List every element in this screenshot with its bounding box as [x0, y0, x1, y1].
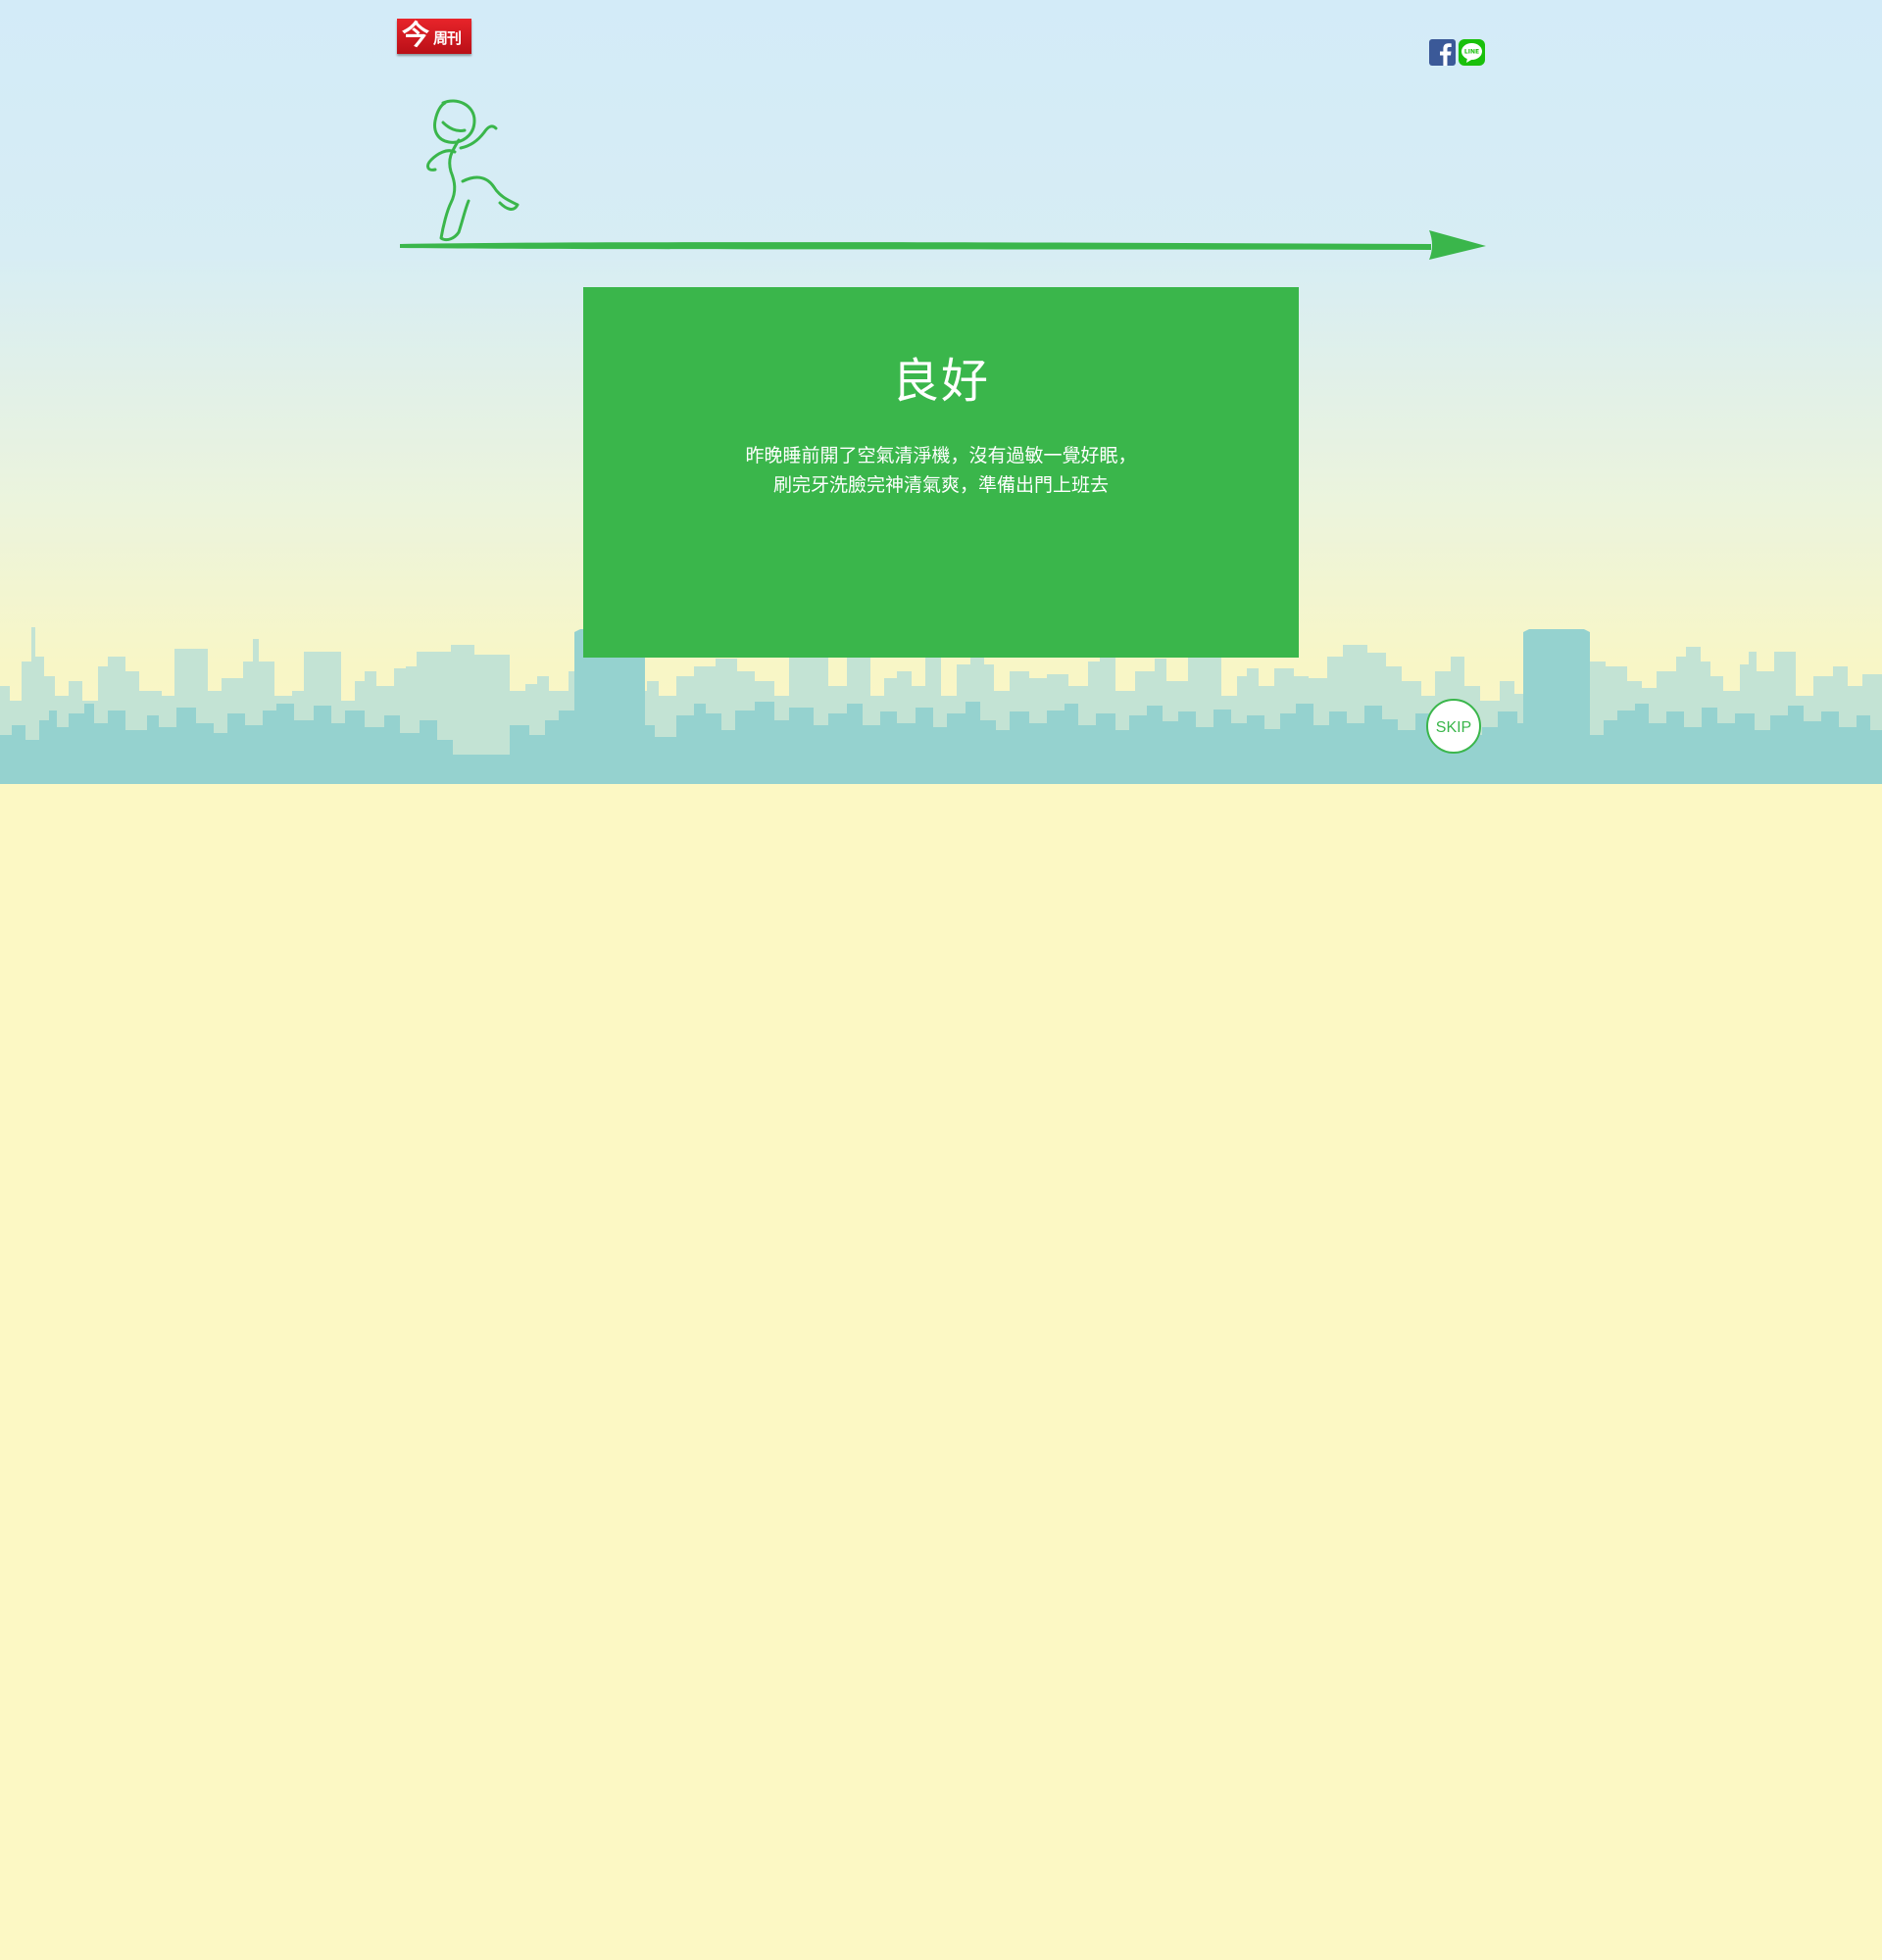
- air-quality-description: 昨晚睡前開了空氣清淨機，沒有過敏一覺好眠， 刷完牙洗臉完神清氣爽，準備出門上班去: [583, 441, 1299, 500]
- description-line: 昨晚睡前開了空氣清淨機，沒有過敏一覺好眠，: [745, 445, 1137, 466]
- facebook-share-button[interactable]: [1429, 39, 1456, 66]
- air-quality-card: 良好 昨晚睡前開了空氣清淨機，沒有過敏一覺好眠， 刷完牙洗臉完神清氣爽，準備出門…: [583, 287, 1299, 658]
- line-icon-label: LINE: [1464, 49, 1479, 56]
- skip-button[interactable]: SKIP: [1426, 699, 1481, 754]
- logo-text-small: 周刊: [433, 29, 462, 47]
- description-line: 刷完牙洗臉完神清氣爽，準備出門上班去: [772, 474, 1109, 496]
- timeline-arrowhead: [1429, 230, 1486, 260]
- line-share-button[interactable]: LINE: [1459, 39, 1485, 66]
- facebook-icon: [1440, 43, 1452, 66]
- timeline-line: [400, 242, 1431, 250]
- logo-text-big: 今: [402, 19, 430, 51]
- timeline-arrow: [400, 99, 1486, 260]
- walking-person-illustration: [426, 99, 520, 242]
- air-quality-level: 良好: [891, 354, 990, 409]
- line-icon: LINE: [1461, 43, 1482, 63]
- magazine-logo[interactable]: 今 周刊: [397, 19, 471, 54]
